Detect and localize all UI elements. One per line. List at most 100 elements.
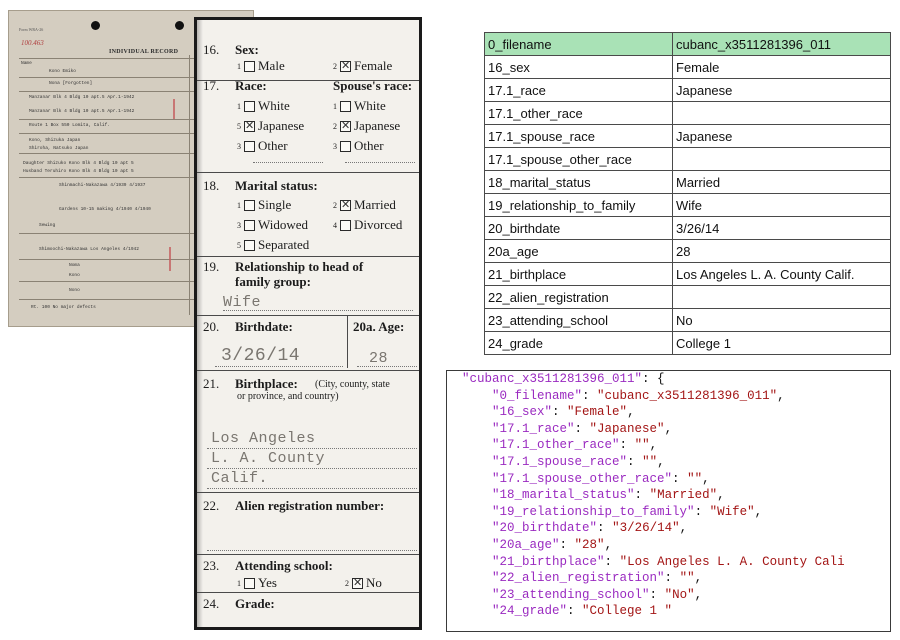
field-value-cell: Japanese — [672, 124, 891, 148]
json-key: "19_relationship_to_family" — [492, 504, 695, 519]
scan-text: Husband Teruhiro Kono Blk 4 Bldg 10 apt … — [23, 169, 134, 174]
json-value: "" — [642, 454, 658, 469]
dotted-line — [207, 468, 417, 469]
field-key-cell: 22_alien_registration — [484, 285, 673, 309]
spouse-option-japanese: 2Japanese — [333, 118, 400, 134]
scan-text: Kono — [69, 273, 80, 278]
json-value: "No" — [664, 587, 695, 602]
scan-text: Name — [21, 61, 32, 66]
q24-label: Grade: — [235, 596, 275, 611]
json-entry-line: "23_attending_school": "No", — [492, 587, 703, 602]
json-entry-line: "21_birthplace": "Los Angeles L. A. Coun… — [492, 554, 845, 569]
json-root-line: "cubanc_x3511281396_011": { — [462, 372, 665, 386]
json-entry-line: "17.1_spouse_race": "", — [492, 454, 665, 469]
q18-number: 18. — [203, 178, 220, 193]
field-key-cell: 24_grade — [484, 331, 673, 355]
field-value-cell: Married — [672, 170, 891, 194]
birthplace-value-line2: L. A. County — [211, 450, 326, 467]
json-key: "16_sex" — [492, 405, 553, 420]
field-key-cell: 17.1_spouse_race — [484, 124, 673, 148]
scan-text: Kono Emiko — [49, 69, 77, 74]
birthplace-value-line1: Los Angeles — [211, 430, 316, 447]
json-key: "0_filename" — [492, 388, 583, 403]
dotted-line — [357, 366, 417, 367]
table-row: 19_relationship_to_family Wife — [484, 193, 891, 217]
q20-label: Birthdate: — [235, 319, 293, 334]
json-entry-line: "0_filename": "cubanc_x3511281396_011", — [492, 388, 785, 403]
checkbox-yes — [244, 577, 255, 589]
option-female: 2Female — [333, 58, 392, 74]
checkbox-single — [244, 199, 255, 211]
json-entry-line: "19_relationship_to_family": "Wife", — [492, 504, 763, 519]
field-key-cell: 0_filename — [484, 32, 673, 56]
scan-text: Manzanar Blk 4 Bldg 10 apt.5 Apr.1-1942 — [29, 109, 135, 114]
option-divorced: 4 Divorced — [333, 217, 403, 232]
json-value: "" — [687, 471, 703, 486]
q19-label-line2: family group: — [235, 274, 311, 289]
json-key: "22_alien_registration" — [492, 571, 665, 586]
json-key: "17.1_spouse_race" — [492, 454, 628, 469]
rule-line — [197, 370, 419, 371]
json-value: "Female" — [567, 405, 628, 420]
json-key: "20a_age" — [492, 537, 560, 552]
checkbox-white — [244, 100, 255, 112]
table-row: 17.1_spouse_other_race — [484, 147, 891, 171]
field-key-cell: 16_sex — [484, 55, 673, 79]
dotted-line — [223, 310, 413, 311]
option-single: 1 Single — [237, 197, 292, 212]
field-key-cell: 19_relationship_to_family — [484, 193, 673, 217]
q23-number: 23. — [203, 558, 220, 573]
birthdate-value: 3/26/14 — [221, 346, 301, 366]
form-number: Form WRA-26 — [19, 27, 44, 32]
field-value-cell — [672, 285, 891, 309]
option-separated: 5 Separated — [237, 237, 310, 252]
field-key-cell: 21_birthplace — [484, 262, 673, 286]
json-key: "17.1_race" — [492, 421, 575, 436]
dotted-line — [345, 162, 415, 163]
field-key-cell: 17.1_race — [484, 78, 673, 102]
json-key: "23_attending_school" — [492, 587, 650, 602]
age-value: 28 — [369, 350, 389, 367]
spouse-option-other: 3 Other — [333, 138, 384, 153]
checkbox-spouse-japanese-checked — [340, 119, 351, 132]
rule-line — [197, 554, 419, 555]
field-value-cell — [672, 101, 891, 125]
punch-hole — [175, 21, 184, 30]
dotted-line — [215, 366, 343, 367]
scan-text: Shiroha, Natsuko Japan — [29, 146, 89, 151]
table-row: 20a_age 28 — [484, 239, 891, 263]
spouse-option-white: 1 White — [333, 98, 386, 113]
option-married: 2Married — [333, 197, 396, 213]
scan-text: Daughter Shizuko Kono Blk 4 Bldg 10 apt … — [23, 161, 134, 166]
dotted-line — [207, 550, 417, 551]
red-handwritten-mark: 100.463 — [21, 39, 44, 47]
json-entry-line: "22_alien_registration": "", — [492, 571, 703, 586]
json-root-key: "cubanc_x3511281396_011" — [462, 372, 643, 386]
checkbox-spouse-white — [340, 100, 351, 112]
record-title: INDIVIDUAL RECORD — [109, 49, 179, 55]
checkbox-spouse-other — [340, 140, 351, 152]
birthplace-value-line3: Calif. — [211, 470, 269, 487]
json-key: "20_birthdate" — [492, 521, 598, 536]
scan-text: Rt. 100 No major defects — [31, 305, 96, 310]
field-value-cell: College 1 — [672, 331, 891, 355]
option-male: 1 Male — [237, 58, 285, 73]
option-widowed: 3 Widowed — [237, 217, 309, 232]
relationship-value: Wife — [223, 294, 262, 311]
q21-label: Birthplace: — [235, 376, 298, 391]
json-key: "17.1_spouse_other_race" — [492, 471, 673, 486]
punch-hole — [91, 21, 100, 30]
dotted-line — [207, 448, 417, 449]
field-key-cell: 23_attending_school — [484, 308, 673, 332]
scan-text: Manzanar Blk 4 Bldg 10 apt.5 Apr.1-1942 — [29, 95, 135, 100]
field-key-cell: 20_birthdate — [484, 216, 673, 240]
json-entry-line: "16_sex": "Female", — [492, 405, 635, 420]
option-yes: 1 Yes — [237, 575, 277, 590]
field-key-cell: 17.1_spouse_other_race — [484, 147, 673, 171]
rule-line — [197, 172, 419, 173]
q19-label-line1: Relationship to head of — [235, 259, 364, 274]
table-row: 17.1_other_race — [484, 101, 891, 125]
table-row: 23_attending_school No — [484, 308, 891, 332]
json-value: "Wife" — [709, 504, 755, 519]
table-row: 0_filename cubanc_x3511281396_011 — [484, 32, 891, 56]
